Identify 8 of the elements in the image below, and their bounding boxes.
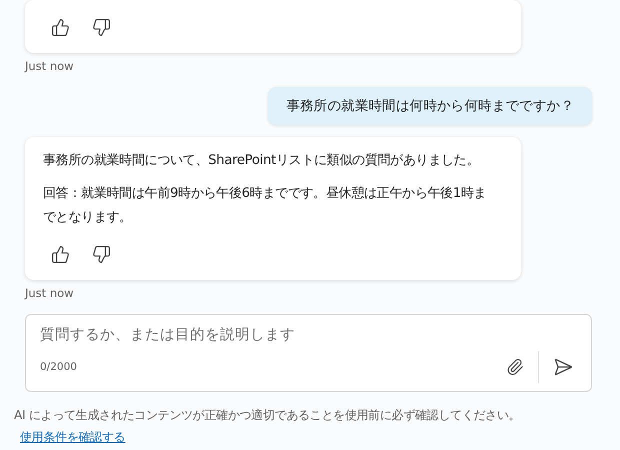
timestamp: Just now — [25, 59, 75, 73]
message-text: 事務所の就業時間について、SharePointリストに類似の質問がありました。 — [43, 152, 480, 170]
character-counter: 0/2000 — [40, 361, 77, 373]
disclaimer-text: AI によって生成されたコンテンツが正確かつ適切であることを使用前に必ず確認してください。 使用条件を確認する — [14, 407, 522, 446]
timestamp: Just now — [25, 286, 75, 300]
terms-link[interactable]: 使用条件を確認する — [20, 430, 126, 444]
user-message: 事務所の就業時間は何時から何時までですか？ — [268, 87, 592, 125]
message-text: 回答：就業時間は午前9時から午後6時までです。昼休憩は正午から午後1時までとなります。 — [43, 185, 488, 227]
